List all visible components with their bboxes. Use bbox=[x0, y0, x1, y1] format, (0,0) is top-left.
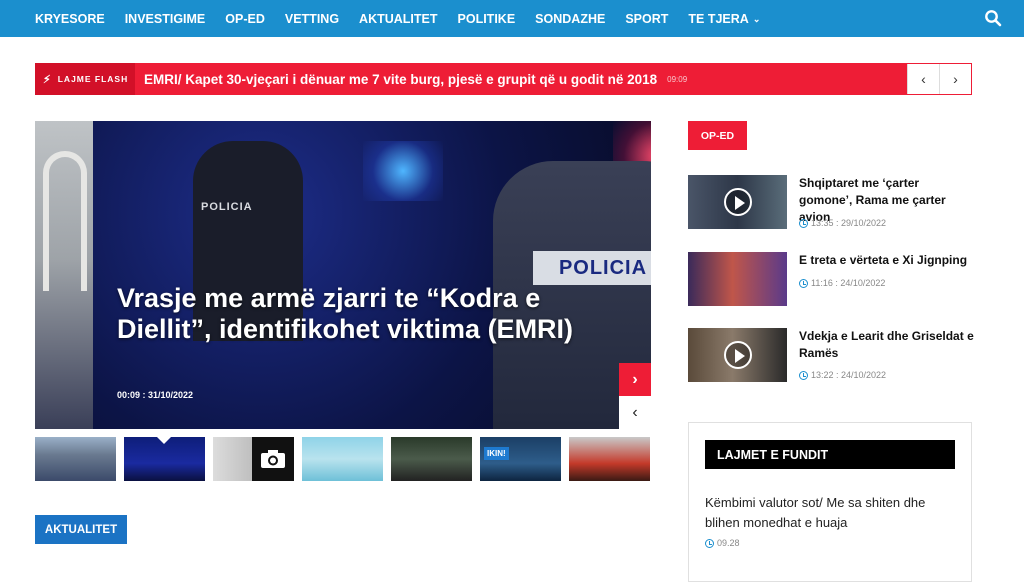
slider-prev-button[interactable]: ‹ bbox=[619, 396, 651, 429]
police-light-blue bbox=[363, 141, 443, 201]
latest-news-item-title[interactable]: Këmbimi valutor sot/ Me sa shiten dhe bl… bbox=[705, 493, 960, 532]
flash-headline-link[interactable]: EMRI/ Kapet 30-vjeçari i dënuar me 7 vit… bbox=[144, 63, 687, 95]
latest-news-box: LAJMET E FUNDIT Këmbimi valutor sot/ Me … bbox=[688, 422, 972, 582]
latest-news-header: LAJMET E FUNDIT bbox=[705, 440, 955, 469]
latest-news-item-time: 09.28 bbox=[705, 538, 740, 548]
slider-thumbnail[interactable]: IKIN! bbox=[480, 437, 561, 481]
flash-next-button[interactable]: › bbox=[939, 64, 971, 94]
op-ed-item-time: 11:16 : 24/10/2022 bbox=[799, 278, 885, 288]
article-thumbnail bbox=[688, 252, 787, 306]
vest-label-large: POLICIA bbox=[533, 251, 651, 285]
nav-item-investigime[interactable]: INVESTIGIME bbox=[125, 12, 206, 26]
flash-label: ⚡︎ LAJME FLASH bbox=[35, 63, 135, 95]
section-aktualitet-button[interactable]: AKTUALITET bbox=[35, 515, 127, 544]
chevron-down-icon: ⌄ bbox=[752, 13, 761, 24]
op-ed-item-title[interactable]: Vdekja e Learit dhe Griseldat e Ramës bbox=[799, 328, 974, 362]
camera-icon bbox=[261, 450, 285, 468]
flash-label-text: LAJME FLASH bbox=[57, 74, 129, 84]
latest-news-item-time-text: 09.28 bbox=[717, 538, 740, 548]
nav-item-politike[interactable]: POLITIKE bbox=[458, 12, 516, 26]
op-ed-item-title[interactable]: E treta e vërteta e Xi Jignping bbox=[799, 252, 974, 269]
nav-item-aktualitet[interactable]: AKTUALITET bbox=[359, 12, 437, 26]
arch-shape bbox=[43, 151, 87, 291]
play-icon bbox=[724, 341, 752, 369]
top-nav: KRYESORE INVESTIGIME OP-ED VETTING AKTUA… bbox=[0, 0, 1024, 37]
nav-menu: KRYESORE INVESTIGIME OP-ED VETTING AKTUA… bbox=[35, 0, 780, 37]
slider-next-button[interactable]: › bbox=[619, 363, 651, 396]
slider-thumbnails: IKIN! bbox=[35, 437, 651, 481]
op-ed-item-time-text: 11:16 : 24/10/2022 bbox=[811, 278, 886, 288]
flash-prev-button[interactable]: ‹ bbox=[907, 64, 939, 94]
op-ed-item-time-text: 13:22 : 24/10/2022 bbox=[811, 370, 887, 380]
bolt-icon: ⚡︎ bbox=[43, 73, 52, 86]
vest-label-small: POLICIA bbox=[201, 201, 253, 213]
slider-thumbnail[interactable] bbox=[391, 437, 472, 481]
clock-icon bbox=[799, 218, 808, 228]
thumbnail-caption: IKIN! bbox=[484, 447, 509, 460]
slider-thumbnail-active[interactable] bbox=[124, 437, 205, 481]
nav-item-op-ed[interactable]: OP-ED bbox=[225, 12, 265, 26]
hero-slider[interactable]: POLICIA POLICIA Vrasje me armë zjarri te… bbox=[35, 121, 651, 429]
op-ed-item-time: 13:35 : 29/10/2022 bbox=[799, 218, 886, 228]
nav-item-sport[interactable]: SPORT bbox=[625, 12, 668, 26]
slider-thumbnail[interactable] bbox=[35, 437, 116, 481]
flash-time: 09:09 bbox=[667, 74, 688, 84]
play-icon bbox=[724, 188, 752, 216]
op-ed-section-badge[interactable]: OP-ED bbox=[688, 121, 747, 150]
hero-image-left bbox=[35, 121, 95, 429]
clock-icon bbox=[799, 370, 808, 380]
slider-thumbnail[interactable] bbox=[569, 437, 650, 481]
op-ed-item-time-text: 13:35 : 29/10/2022 bbox=[811, 218, 887, 228]
hero-date: 00:09 : 31/10/2022 bbox=[117, 390, 194, 400]
article-thumbnail bbox=[688, 175, 787, 229]
slider-thumbnail[interactable] bbox=[302, 437, 383, 481]
flash-news-bar: ⚡︎ LAJME FLASH EMRI/ Kapet 30-vjeçari i … bbox=[35, 63, 972, 95]
nav-item-te-tjera[interactable]: TE TJERA ⌄ bbox=[688, 12, 760, 26]
clock-icon bbox=[705, 538, 714, 548]
article-thumbnail bbox=[688, 328, 787, 382]
slider-thumbnail[interactable] bbox=[213, 437, 294, 481]
op-ed-item[interactable]: Vdekja e Learit dhe Griseldat e Ramës 13… bbox=[688, 328, 974, 384]
nav-item-vetting[interactable]: VETTING bbox=[285, 12, 339, 26]
flash-headline: EMRI/ Kapet 30-vjeçari i dënuar me 7 vit… bbox=[144, 71, 658, 87]
op-ed-item[interactable]: Shqiptaret me ‘çarter gomone’, Rama me ç… bbox=[688, 175, 972, 231]
op-ed-item[interactable]: E treta e vërteta e Xi Jignping 11:16 : … bbox=[688, 252, 972, 308]
nav-item-kryesore[interactable]: KRYESORE bbox=[35, 12, 105, 26]
hero-title[interactable]: Vrasje me armë zjarri te “Kodra e Dielli… bbox=[117, 283, 577, 345]
flash-controls: ‹ › bbox=[907, 64, 971, 94]
op-ed-item-time: 13:22 : 24/10/2022 bbox=[799, 370, 886, 380]
nav-item-te-tjera-label: TE TJERA bbox=[688, 11, 749, 26]
search-icon[interactable] bbox=[984, 9, 1002, 27]
nav-item-sondazhe[interactable]: SONDAZHE bbox=[535, 12, 605, 26]
hero-image: POLICIA POLICIA bbox=[93, 121, 651, 429]
clock-icon bbox=[799, 278, 808, 288]
